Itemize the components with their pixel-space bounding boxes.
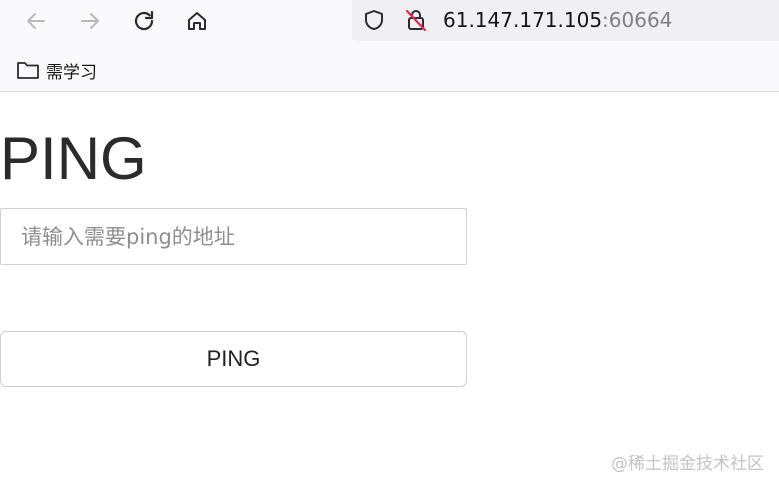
site-security-button[interactable] [403, 7, 429, 33]
ping-button[interactable]: PING [0, 331, 467, 387]
home-icon [188, 12, 206, 30]
watermark: @稀土掘金技术社区 [611, 454, 764, 474]
forward-arrow-icon [81, 13, 99, 29]
forward-button[interactable] [75, 6, 105, 36]
shield-icon [365, 10, 383, 30]
url-host: 61.147.171.105 [443, 8, 603, 32]
folder-icon [17, 62, 39, 79]
reload-icon [134, 10, 154, 31]
bookmarks-bar: 需学习 [16, 56, 97, 84]
back-button[interactable] [21, 6, 51, 36]
page-title: PING [0, 125, 147, 192]
url-bar[interactable]: 61.147.171.105:60664 [352, 0, 779, 41]
home-button[interactable] [182, 6, 212, 36]
ping-address-input[interactable] [0, 208, 467, 265]
tracking-protection-button[interactable] [361, 7, 387, 33]
back-arrow-icon [27, 13, 45, 29]
bookmark-folder-label: 需学习 [46, 62, 97, 83]
reload-button[interactable] [129, 6, 159, 36]
url-text[interactable]: 61.147.171.105:60664 [443, 6, 672, 34]
bookmark-folder[interactable]: 需学习 [16, 58, 97, 83]
insecure-lock-icon [405, 9, 427, 32]
browser-toolbar: 61.147.171.105:60664 需学习 [0, 0, 779, 92]
url-port: :60664 [602, 8, 673, 32]
